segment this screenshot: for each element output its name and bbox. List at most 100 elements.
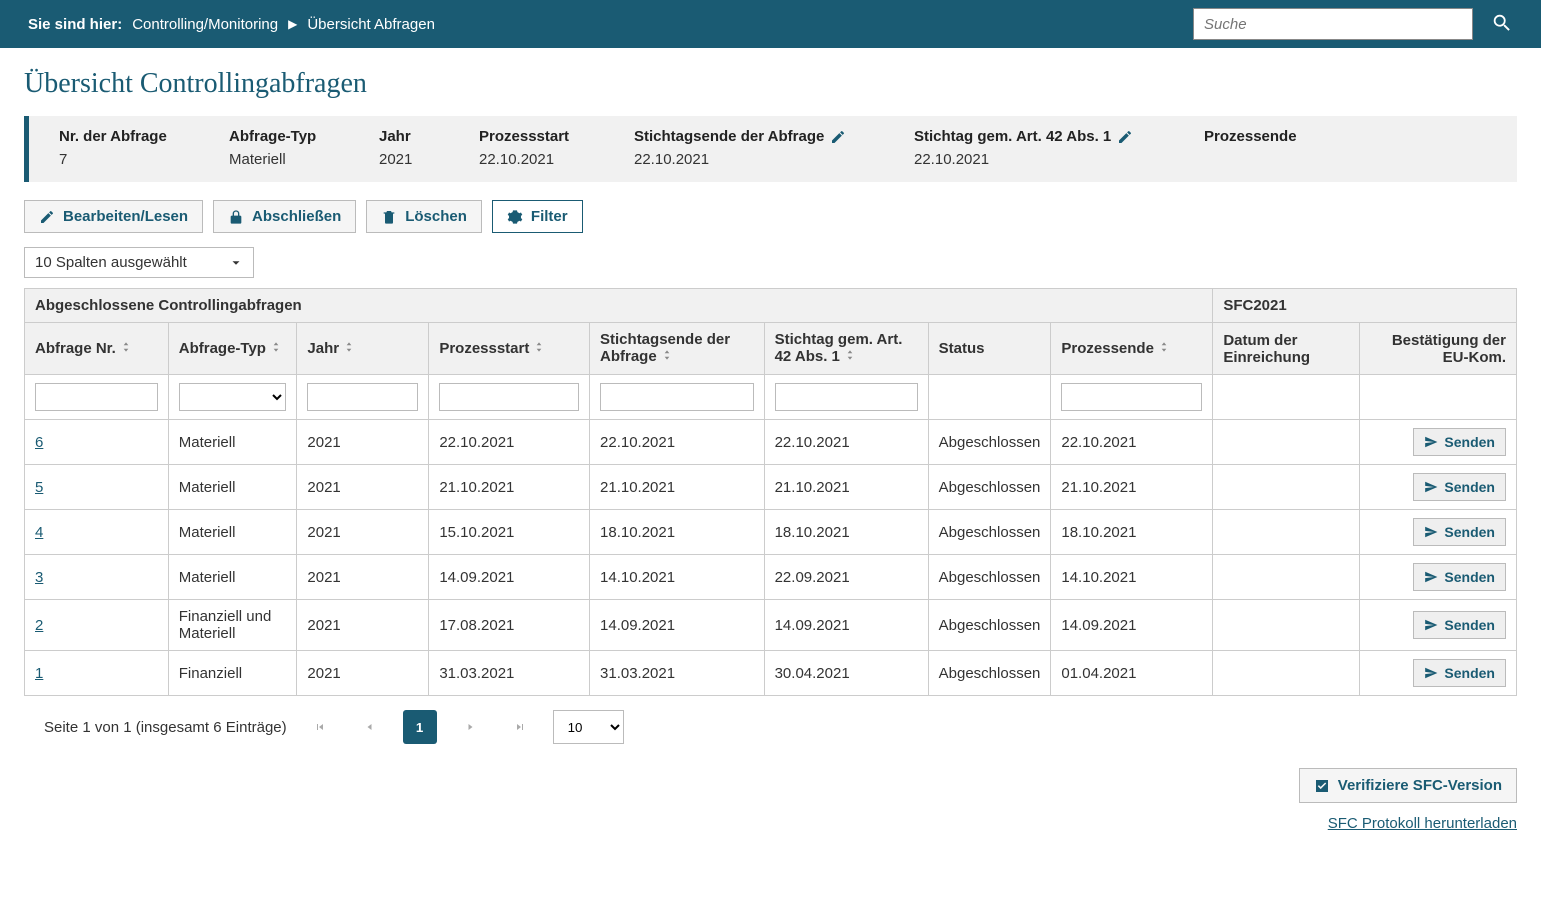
senden-button[interactable]: Senden: [1413, 659, 1506, 687]
senden-label: Senden: [1444, 617, 1495, 633]
page-title: Übersicht Controllingabfragen: [24, 68, 1517, 100]
senden-button[interactable]: Senden: [1413, 518, 1506, 546]
detail-typ-value: Materiell: [229, 151, 349, 168]
column-select-dropdown[interactable]: 10 Spalten ausgewählt: [24, 247, 254, 278]
edit-read-button[interactable]: Bearbeiten/Lesen: [24, 200, 203, 233]
pager-first-button[interactable]: [303, 710, 337, 744]
next-page-icon: [464, 721, 476, 733]
search-button[interactable]: [1491, 12, 1513, 37]
breadcrumb-item-1[interactable]: Controlling/Monitoring: [132, 16, 278, 33]
cell-stichtag: 14.10.2021: [590, 555, 765, 600]
sort-icon: [661, 348, 673, 366]
last-page-icon: [514, 721, 526, 733]
table-row: 1Finanziell202131.03.202131.03.202130.04…: [25, 651, 1517, 696]
pager: Seite 1 von 1 (insgesamt 6 Einträge) 1 1…: [24, 696, 1517, 758]
senden-button[interactable]: Senden: [1413, 428, 1506, 456]
cell-status: Abgeschlossen: [928, 510, 1051, 555]
cell-start: 22.10.2021: [429, 420, 590, 465]
filter-typ-select[interactable]: [179, 383, 287, 411]
th-typ[interactable]: Abfrage-Typ: [168, 323, 297, 375]
th-art42[interactable]: Stichtag gem. Art. 42 Abs. 1: [764, 323, 928, 375]
cell-ende: 21.10.2021: [1051, 465, 1213, 510]
filter-ende-input[interactable]: [1061, 383, 1202, 411]
pager-last-button[interactable]: [503, 710, 537, 744]
cell-datum: [1213, 555, 1359, 600]
cell-status: Abgeschlossen: [928, 420, 1051, 465]
abfrage-nr-link[interactable]: 3: [35, 569, 43, 586]
abfrage-nr-link[interactable]: 1: [35, 665, 43, 682]
pencil-icon: [39, 209, 55, 225]
filter-stichtag-input[interactable]: [600, 383, 754, 411]
filter-nr-input[interactable]: [35, 383, 158, 411]
cell-status: Abgeschlossen: [928, 600, 1051, 651]
close-label: Abschließen: [252, 208, 341, 225]
detail-art42-label: Stichtag gem. Art. 42 Abs. 1: [914, 128, 1111, 145]
pager-prev-button[interactable]: [353, 710, 387, 744]
send-icon: [1424, 618, 1438, 632]
first-page-icon: [314, 721, 326, 733]
senden-button[interactable]: Senden: [1413, 611, 1506, 639]
pager-next-button[interactable]: [453, 710, 487, 744]
breadcrumb-item-2[interactable]: Übersicht Abfragen: [307, 16, 435, 33]
cell-ende: 14.10.2021: [1051, 555, 1213, 600]
cell-art42: 21.10.2021: [764, 465, 928, 510]
sort-icon: [343, 340, 355, 358]
senden-label: Senden: [1444, 434, 1495, 450]
edit-art42-icon[interactable]: [1117, 129, 1133, 145]
search-input[interactable]: [1193, 8, 1473, 40]
abfrage-nr-link[interactable]: 2: [35, 617, 43, 634]
pager-page-1[interactable]: 1: [403, 710, 437, 744]
page-size-select[interactable]: 10: [553, 710, 624, 744]
detail-start-value: 22.10.2021: [479, 151, 604, 168]
senden-button[interactable]: Senden: [1413, 473, 1506, 501]
th-stichtag[interactable]: Stichtagsende der Abfrage: [590, 323, 765, 375]
cell-stichtag: 22.10.2021: [590, 420, 765, 465]
senden-button[interactable]: Senden: [1413, 563, 1506, 591]
detail-panel: Nr. der Abfrage 7 Abfrage-Typ Materiell …: [24, 116, 1517, 182]
chevron-down-icon: [229, 256, 243, 270]
th-nr[interactable]: Abfrage Nr.: [25, 323, 169, 375]
sort-icon: [1158, 340, 1170, 358]
abfrage-nr-link[interactable]: 4: [35, 524, 43, 541]
table-row: 6Materiell202122.10.202122.10.202122.10.…: [25, 420, 1517, 465]
detail-art42-value: 22.10.2021: [914, 151, 1174, 168]
search-icon: [1491, 12, 1513, 34]
filter-jahr-input[interactable]: [307, 383, 418, 411]
th-status: Status: [928, 323, 1051, 375]
filter-datum-empty: [1213, 375, 1359, 420]
edit-stichtag-icon[interactable]: [830, 129, 846, 145]
detail-start-label: Prozessstart: [479, 128, 604, 145]
filter-button[interactable]: Filter: [492, 200, 583, 233]
th-jahr[interactable]: Jahr: [297, 323, 429, 375]
abfrage-nr-link[interactable]: 6: [35, 434, 43, 451]
cell-datum: [1213, 420, 1359, 465]
cell-datum: [1213, 651, 1359, 696]
abfrage-nr-link[interactable]: 5: [35, 479, 43, 496]
th-ende[interactable]: Prozessende: [1051, 323, 1213, 375]
cell-art42: 30.04.2021: [764, 651, 928, 696]
cell-datum: [1213, 600, 1359, 651]
lock-icon: [228, 209, 244, 225]
sfc-protokoll-link[interactable]: SFC Protokoll herunterladen: [24, 815, 1517, 832]
cell-typ: Materiell: [168, 555, 297, 600]
sort-icon: [270, 340, 282, 358]
close-button[interactable]: Abschließen: [213, 200, 356, 233]
cell-stichtag: 14.09.2021: [590, 600, 765, 651]
cell-ende: 14.09.2021: [1051, 600, 1213, 651]
senden-label: Senden: [1444, 665, 1495, 681]
detail-jahr-value: 2021: [379, 151, 449, 168]
detail-stichtag-label: Stichtagsende der Abfrage: [634, 128, 824, 145]
cell-ende: 22.10.2021: [1051, 420, 1213, 465]
edit-read-label: Bearbeiten/Lesen: [63, 208, 188, 225]
cell-typ: Materiell: [168, 510, 297, 555]
cell-jahr: 2021: [297, 651, 429, 696]
th-start[interactable]: Prozessstart: [429, 323, 590, 375]
delete-button[interactable]: Löschen: [366, 200, 482, 233]
filter-start-input[interactable]: [439, 383, 579, 411]
cell-jahr: 2021: [297, 510, 429, 555]
detail-nr-value: 7: [59, 151, 199, 168]
verify-sfc-button[interactable]: Verifiziere SFC-Version: [1299, 768, 1517, 803]
filter-art42-input[interactable]: [775, 383, 918, 411]
breadcrumb: Sie sind hier: Controlling/Monitoring ▶ …: [28, 16, 435, 33]
cell-jahr: 2021: [297, 420, 429, 465]
